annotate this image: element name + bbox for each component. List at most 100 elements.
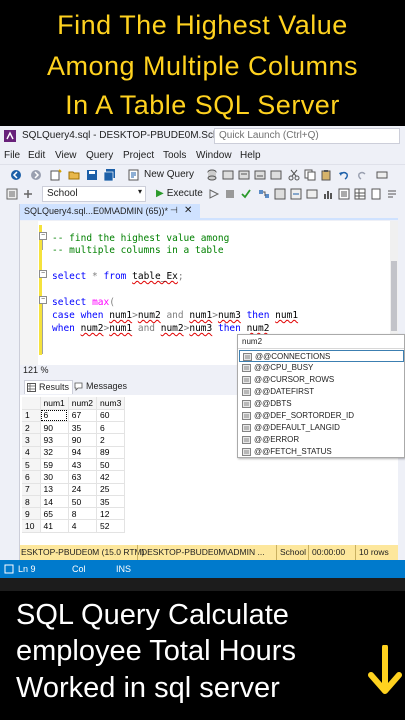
table-cell[interactable]: 65 [40, 507, 69, 521]
include-plan-icon[interactable] [306, 188, 318, 200]
row-number[interactable]: 6 [22, 470, 41, 484]
table-cell[interactable]: 35 [68, 421, 98, 435]
table-cell[interactable]: 4 [68, 519, 98, 533]
new-project-icon[interactable] [50, 169, 62, 181]
parse-icon[interactable] [240, 188, 252, 200]
object-explorer-icon[interactable] [6, 188, 18, 200]
table-cell[interactable]: 35 [96, 495, 126, 509]
intellisense-item[interactable]: @@ERROR [239, 434, 404, 446]
table-cell[interactable]: 63 [68, 470, 98, 484]
pin-icon[interactable]: ⊣ [170, 205, 178, 216]
new-query-button[interactable]: New Query [144, 169, 194, 180]
table-row[interactable]: 1 6 67 60 [22, 409, 126, 423]
execute-button[interactable]: ▶ Execute [156, 188, 203, 199]
table-cell[interactable]: 93 [40, 433, 69, 447]
intellisense-item[interactable]: @@DBTS [239, 398, 404, 410]
comment-icon[interactable] [386, 188, 398, 200]
table-cell[interactable]: 12 [96, 507, 126, 521]
table-cell[interactable]: 89 [96, 446, 126, 459]
row-number[interactable]: 3 [22, 433, 41, 447]
table-cell[interactable]: 24 [68, 483, 98, 496]
table-cell[interactable]: 59 [40, 458, 69, 472]
intellisense-item[interactable]: @@DATEFIRST [239, 386, 404, 398]
intellisense-popup[interactable]: num2 @@CONNECTIONS @@CPU_BUSY @@CURSOR_ROW… [237, 334, 405, 458]
connect-icon[interactable] [22, 188, 34, 200]
copy-icon[interactable] [304, 169, 316, 181]
table-cell[interactable]: 50 [96, 458, 126, 472]
menu-tools[interactable]: Tools [163, 150, 186, 161]
collapse-toggle-icon[interactable]: − [39, 296, 47, 304]
column-header[interactable]: num2 [68, 397, 98, 410]
query-options-icon[interactable] [274, 188, 286, 200]
table-row[interactable]: 9 65 8 12 [22, 507, 126, 521]
redo-icon[interactable] [356, 169, 368, 181]
cut-icon[interactable] [288, 169, 300, 181]
analysis-query-icon[interactable] [222, 169, 234, 181]
menu-window[interactable]: Window [196, 150, 232, 161]
table-cell[interactable]: 90 [40, 421, 69, 435]
table-cell[interactable]: 30 [40, 470, 69, 484]
menu-query[interactable]: Query [86, 150, 113, 161]
mdx-query-icon[interactable] [238, 169, 250, 181]
table-cell[interactable]: 14 [40, 495, 69, 509]
table-cell[interactable]: 42 [96, 470, 126, 484]
table-row[interactable]: 5 59 43 50 [22, 458, 126, 472]
forward-icon[interactable] [30, 169, 42, 181]
save-icon[interactable] [86, 169, 98, 181]
table-row[interactable]: 4 32 94 89 [22, 446, 126, 459]
row-number[interactable]: 9 [22, 507, 41, 521]
table-cell[interactable]: 50 [68, 495, 98, 509]
table-cell[interactable]: 6 [96, 421, 126, 435]
db-query-icon[interactable] [206, 169, 218, 181]
intellisense-item[interactable]: @@CPU_BUSY [239, 362, 404, 374]
table-row[interactable]: 3 93 90 2 [22, 433, 126, 447]
menu-file[interactable]: File [4, 150, 20, 161]
table-row[interactable]: 6 30 63 42 [22, 470, 126, 484]
table-cell[interactable]: 2 [96, 433, 126, 447]
collapse-toggle-icon[interactable]: − [39, 270, 47, 278]
table-cell[interactable]: 13 [40, 483, 69, 496]
results-to-grid-icon[interactable] [354, 188, 366, 200]
intellisense-item[interactable]: @@DEFAULT_LANGID [239, 422, 404, 434]
save-all-icon[interactable] [104, 169, 116, 181]
estimated-plan-icon[interactable] [258, 188, 270, 200]
collapse-toggle-icon[interactable]: − [39, 232, 47, 240]
xmla-query-icon[interactable] [270, 169, 282, 181]
close-icon[interactable]: ✕ [184, 205, 192, 216]
menu-help[interactable]: Help [240, 150, 261, 161]
table-cell[interactable]: 6 [40, 409, 69, 423]
column-header[interactable]: num3 [96, 397, 126, 410]
scrollbar-thumb[interactable] [391, 261, 397, 331]
cancel-query-icon[interactable] [224, 188, 236, 200]
debug-target-icon[interactable] [376, 169, 388, 181]
menu-project[interactable]: Project [123, 150, 154, 161]
back-icon[interactable] [10, 169, 22, 181]
results-to-text-icon[interactable] [338, 188, 350, 200]
table-cell[interactable]: 32 [40, 446, 69, 459]
row-number[interactable]: 2 [22, 421, 41, 435]
quick-launch-input[interactable]: Quick Launch (Ctrl+Q) [214, 128, 400, 144]
menu-view[interactable]: View [55, 150, 77, 161]
intellisense-item[interactable]: @@DEF_SORTORDER_ID [239, 410, 404, 422]
corner-cell[interactable] [22, 397, 41, 410]
table-cell[interactable]: 67 [68, 409, 98, 423]
row-number[interactable]: 10 [22, 519, 41, 533]
table-cell[interactable]: 8 [68, 507, 98, 521]
table-row[interactable]: 8 14 50 35 [22, 495, 126, 509]
row-number[interactable]: 5 [22, 458, 41, 472]
table-row[interactable]: 2 90 35 6 [22, 421, 126, 435]
table-cell[interactable]: 25 [96, 483, 126, 496]
table-row[interactable]: 10 41 4 52 [22, 519, 126, 533]
zoom-level[interactable]: 121 % [23, 365, 49, 375]
new-query-icon[interactable] [128, 169, 140, 181]
dmx-query-icon[interactable] [254, 169, 266, 181]
tab-sqlquery4[interactable]: SQLQuery4.sql...E0M\ADMIN (65))* ⊣ ✕ [20, 204, 200, 220]
intellisense-icon[interactable] [290, 188, 302, 200]
paste-icon[interactable] [320, 169, 332, 181]
table-cell[interactable]: 60 [96, 409, 126, 423]
intellisense-item[interactable]: @@FETCH_STATUS [239, 446, 404, 457]
menu-edit[interactable]: Edit [28, 150, 45, 161]
debug-icon[interactable] [208, 188, 220, 200]
tab-messages[interactable]: Messages [72, 380, 130, 394]
row-number[interactable]: 4 [22, 446, 41, 459]
